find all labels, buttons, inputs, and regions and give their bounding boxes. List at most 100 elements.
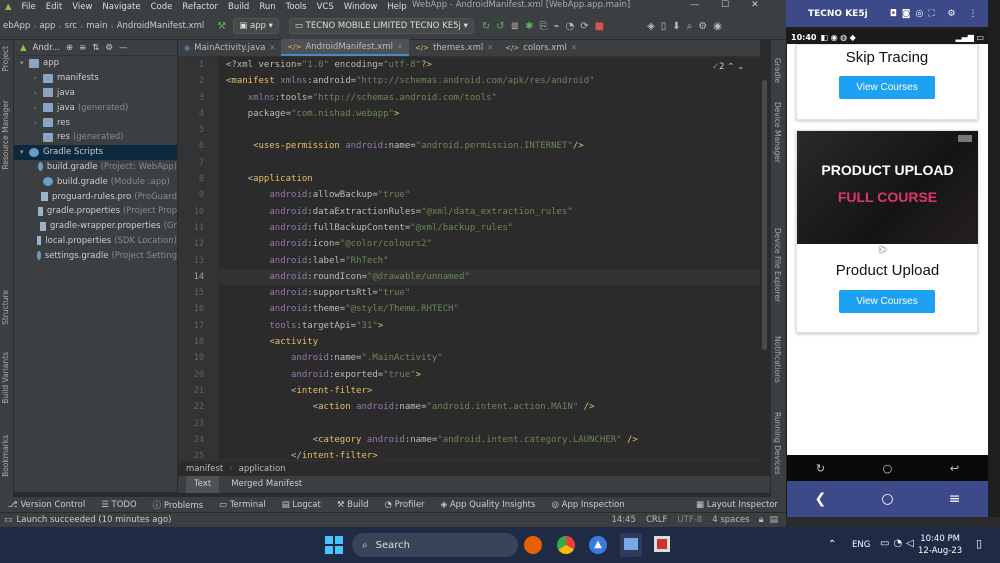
tree-toggle-icon[interactable]: ▾ [20,59,29,67]
indent-setting[interactable]: 4 spaces [707,515,754,525]
line-separator[interactable]: CRLF [641,515,672,525]
project-tool-tab[interactable]: Project [1,46,10,72]
tree-item[interactable]: ▾ app [14,56,177,71]
tree-item[interactable]: › manifests [14,71,177,86]
code-line[interactable]: xmlns:tools="http://schemas.android.com/… [218,90,760,106]
gear-icon[interactable]: ⚙ [105,43,113,53]
tree-item[interactable]: build.gradle (Module :app) [14,174,177,189]
tool-window-todo[interactable]: ☰ TODO [93,500,144,510]
close-tab-icon[interactable]: ✕ [270,44,276,52]
code-line[interactable]: <application [218,171,760,187]
tray-icons[interactable]: ▭◔◁ [880,538,918,549]
attach-debugger-icon[interactable]: ⎘ [539,21,547,32]
tab-merged-manifest[interactable]: Merged Manifest [223,476,310,493]
run-config-select[interactable]: ▣ app ▾ [233,18,279,34]
expand-icon[interactable]: ⇅ [92,43,99,53]
taskbar-search[interactable]: ⌕ Search [352,533,518,557]
tool-window-version-control[interactable]: ⎇ Version Control [0,500,93,510]
code-editor[interactable]: <?xml version="1.0" encoding="utf-8"?> <m… [218,57,760,460]
rerun-icon[interactable]: ↻ [482,21,490,32]
menu-edit[interactable]: Edit [41,2,67,12]
tool-window-app-quality-insights[interactable]: ◈ App Quality Insights [433,500,544,510]
structure-tab[interactable]: Structure [1,290,10,325]
tree-item[interactable]: gradle.properties (Project Prop [14,204,177,219]
device-manager-tab[interactable]: Device Manager [773,102,782,163]
build-variants-tab[interactable]: Build Variants [1,352,10,404]
active-app-icon[interactable] [620,533,642,557]
breadcrumb-module[interactable]: app [36,21,58,31]
tab-colors-xml[interactable]: </> colors.xml ✕ [499,39,583,56]
close-tab-icon[interactable]: ✕ [571,44,577,52]
tree-toggle-icon[interactable]: › [34,119,43,127]
device-file-explorer-tab[interactable]: Device File Explorer [773,228,782,302]
inspection-widget[interactable]: ✓2 ⌃ ⌄ [712,62,744,72]
tree-item[interactable]: local.properties (SDK Location) [14,234,177,249]
menu-navigate[interactable]: Navigate [97,2,145,12]
maximize-icon[interactable]: ☐ [721,0,729,10]
recents-icon[interactable]: ↻ [816,462,825,475]
tree-toggle-icon[interactable]: › [34,89,43,97]
code-line[interactable]: android:label="RhTech" [218,253,760,269]
chrome-icon[interactable] [557,536,575,554]
status-message[interactable]: Launch succeeded (10 minutes ago) [17,515,172,525]
tree-toggle-icon[interactable]: ▾ [20,148,29,156]
tab-themes-xml[interactable]: </> themes.xml ✕ [409,39,499,56]
bookmarks-tab[interactable]: Bookmarks [1,435,10,477]
code-line[interactable]: package="com.nishad.webapp"> [218,106,760,122]
tree-item[interactable]: ▾ Gradle Scripts [14,144,177,160]
close-tab-icon[interactable]: ✕ [487,44,493,52]
code-line[interactable]: android:allowBackup="true" [218,187,760,203]
editor-scroll-thumb[interactable] [762,80,767,350]
android-studio-icon[interactable]: ▲ [589,536,607,554]
menu-build[interactable]: Build [223,2,254,12]
tab-androidmanifest-xml[interactable]: </> AndroidManifest.xml ✕ [281,39,409,56]
breadcrumb-file[interactable]: AndroidManifest.xml [114,21,208,31]
hide-icon[interactable]: — [119,43,128,53]
snipping-tool-icon[interactable] [654,536,670,552]
tree-item[interactable]: gradle-wrapper.properties (Gr [14,219,177,234]
menu-file[interactable]: File [17,2,41,12]
breadcrumb-src[interactable]: src [62,21,80,31]
lock-icon[interactable]: 🔒︎ [755,515,768,525]
device-select[interactable]: ▭ TECNO MOBILE LIMITED TECNO KE5j ▾ [288,18,474,34]
apply-changes-icon[interactable]: ↺ [496,21,504,32]
tree-item[interactable]: › java [14,86,177,101]
tree-toggle-icon[interactable]: › [34,74,43,82]
code-line[interactable]: android:roundIcon="@drawable/unnamed" [218,268,760,286]
tool-window-problems[interactable]: ⓘ Problems [145,499,211,511]
code-line[interactable]: <?xml version="1.0" encoding="utf-8"?> [218,57,760,73]
taskbar-clock[interactable]: 10:40 PM 12-Aug-23 [918,533,962,557]
file-encoding[interactable]: UTF-8 [672,515,707,525]
code-line[interactable]: android:fullBackupContent="@xml/backup_r… [218,220,760,236]
windows-start-icon[interactable] [325,536,343,554]
avd-icon[interactable]: ⬇ [672,21,680,32]
tree-item[interactable]: res (generated) [14,130,177,145]
debug-icon[interactable]: ✱ [525,21,533,32]
code-line[interactable]: android:supportsRtl="true" [218,285,760,301]
code-line[interactable]: android:dataExtractionRules="@xml/data_e… [218,204,760,220]
target-icon[interactable]: ⊕ [66,43,73,53]
tree-item[interactable]: build.gradle (Project: WebApp) [14,160,177,175]
gradle-tab[interactable]: Gradle [773,58,782,83]
firefox-icon[interactable] [524,536,542,554]
device-manager-icon[interactable]: ▯ [661,21,667,32]
collapse-icon[interactable]: ≡ [79,43,86,53]
hammer-icon[interactable]: ⚒ [217,21,226,32]
menu-help[interactable]: Help [382,2,411,12]
tool-window-terminal[interactable]: ▭ Terminal [211,500,274,510]
home-icon[interactable]: ○ [883,462,893,475]
tool-window-logcat[interactable]: ▤ Logcat [274,500,329,510]
breadcrumb-project[interactable]: ebApp [0,21,33,31]
tree-toggle-icon[interactable]: › [34,104,43,112]
account-icon[interactable]: ◉ [713,21,722,32]
menu-view[interactable]: View [67,2,97,12]
profile-icon[interactable]: ⌁ [553,21,559,32]
code-line[interactable]: <intent-filter> [218,383,760,399]
home-icon[interactable]: ○ [881,491,893,507]
crumb-manifest[interactable]: manifest [186,464,223,474]
tree-item[interactable]: › res [14,115,177,130]
code-line[interactable]: <action android:name="android.intent.act… [218,399,760,415]
close-icon[interactable]: ✕ [751,0,759,10]
tree-item[interactable]: › java (generated) [14,100,177,115]
tool-window-profiler[interactable]: ◔ Profiler [377,500,433,510]
